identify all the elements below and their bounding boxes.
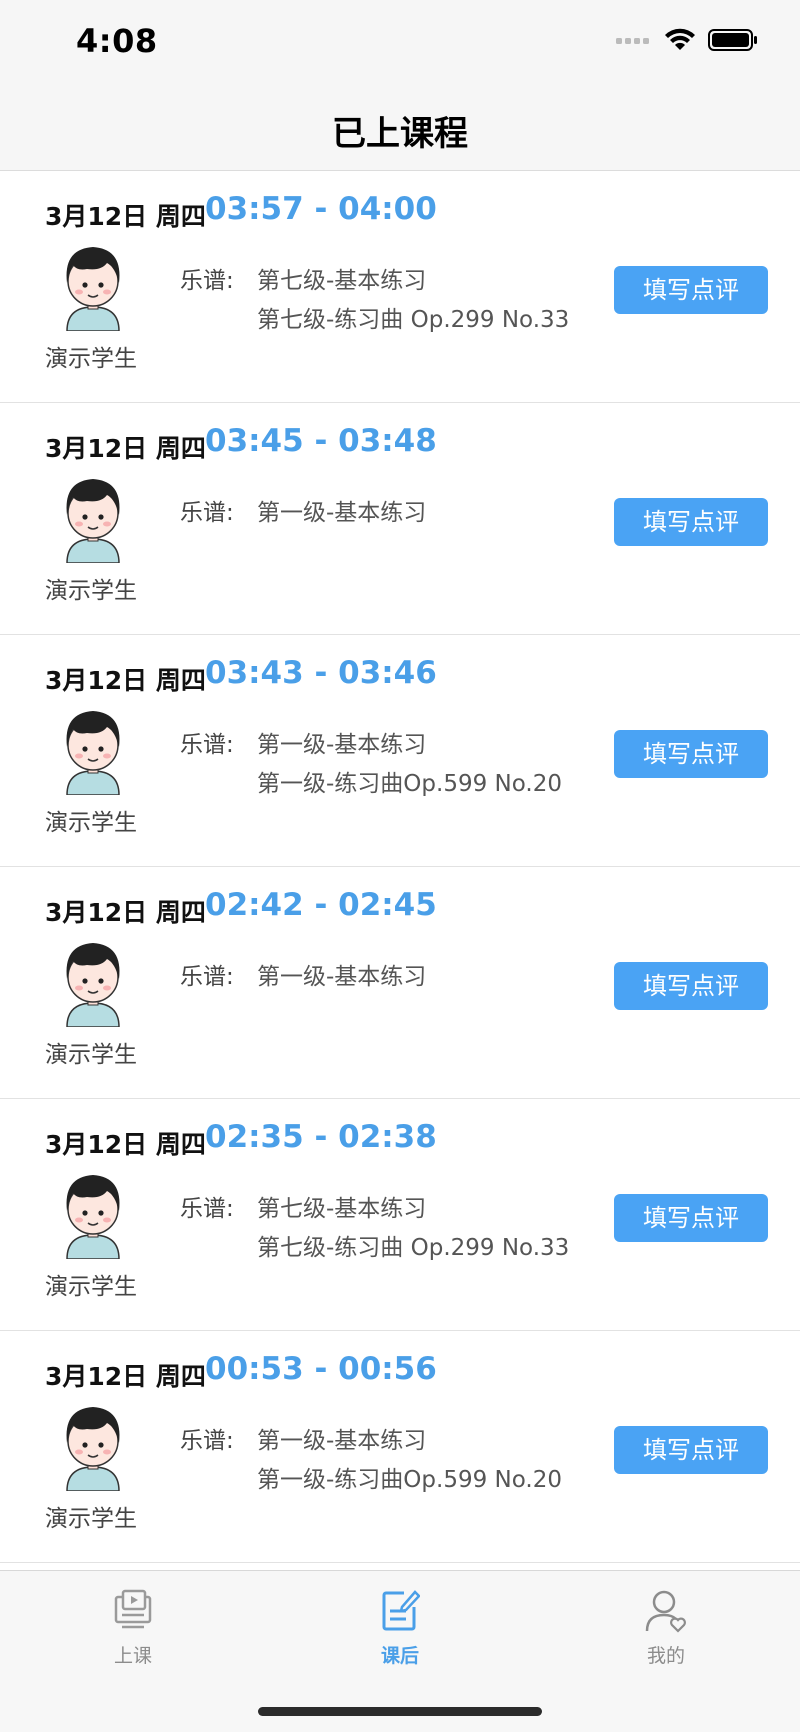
student-avatar-icon bbox=[66, 479, 120, 563]
lesson-card[interactable]: 3月12日 周四 03:57 - 04:00 演示学生 乐谱: 第七级-基本练习… bbox=[0, 171, 800, 403]
lesson-card[interactable]: 3月12日 周四 02:35 - 02:38 演示学生 乐谱: 第七级-基本练习… bbox=[0, 1099, 800, 1331]
score-line-1: 第一级-基本练习 bbox=[257, 1428, 427, 1454]
lesson-time-range: 03:57 - 04:00 bbox=[205, 191, 437, 227]
student-avatar-icon bbox=[66, 1407, 120, 1491]
student-name: 演示学生 bbox=[45, 1506, 137, 1532]
lesson-card[interactable]: 3月12日 周四 00:53 - 00:56 演示学生 乐谱: 第一级-基本练习… bbox=[0, 1331, 800, 1563]
home-indicator[interactable] bbox=[258, 1707, 542, 1716]
write-review-button[interactable]: 填写点评 bbox=[614, 1194, 768, 1242]
tab-mine[interactable]: 我的 bbox=[586, 1589, 746, 1668]
lesson-card[interactable]: 3月12日 周四 03:45 - 03:48 演示学生 乐谱: 第一级-基本练习… bbox=[0, 403, 800, 635]
status-icons bbox=[616, 28, 758, 52]
write-review-button[interactable]: 填写点评 bbox=[614, 962, 768, 1010]
lesson-card[interactable]: 3月12日 周四 03:43 - 03:46 演示学生 乐谱: 第一级-基本练习… bbox=[0, 635, 800, 867]
write-review-button[interactable]: 填写点评 bbox=[614, 498, 768, 546]
student-name: 演示学生 bbox=[45, 810, 137, 836]
tab-mine-label: 我的 bbox=[646, 1645, 685, 1667]
score-line-2: 第一级-练习曲Op.599 No.20 bbox=[257, 771, 562, 797]
lesson-time-range: 02:35 - 02:38 bbox=[205, 1119, 437, 1155]
score-line-2: 第七级-练习曲 Op.299 No.33 bbox=[257, 1235, 570, 1261]
score-line-1: 第一级-基本练习 bbox=[257, 732, 427, 758]
student-avatar-icon bbox=[66, 1175, 120, 1259]
tab-after-class[interactable]: 课后 bbox=[320, 1589, 480, 1668]
lesson-time-range: 02:42 - 02:45 bbox=[205, 887, 437, 923]
write-review-button[interactable]: 填写点评 bbox=[614, 1426, 768, 1474]
lesson-date: 3月12日 周四 bbox=[45, 1362, 206, 1391]
student-avatar-icon bbox=[66, 247, 120, 331]
lesson-time-range: 03:43 - 03:46 bbox=[205, 655, 437, 691]
score-label: 乐谱: bbox=[180, 732, 234, 758]
lesson-time-range: 03:45 - 03:48 bbox=[205, 423, 437, 459]
score-label: 乐谱: bbox=[180, 1196, 234, 1222]
score-line-1: 第一级-基本练习 bbox=[257, 964, 427, 990]
lesson-date: 3月12日 周四 bbox=[45, 434, 206, 463]
lesson-card[interactable]: 3月12日 周四 02:42 - 02:45 演示学生 乐谱: 第一级-基本练习… bbox=[0, 867, 800, 1099]
student-name: 演示学生 bbox=[45, 1274, 137, 1300]
student-avatar-icon bbox=[66, 711, 120, 795]
score-line-1: 第七级-基本练习 bbox=[257, 268, 427, 294]
tab-lesson[interactable]: 上课 bbox=[53, 1589, 213, 1668]
lesson-list[interactable]: 3月12日 周四 03:57 - 04:00 演示学生 乐谱: 第七级-基本练习… bbox=[0, 171, 800, 1563]
student-name: 演示学生 bbox=[45, 346, 137, 372]
score-label: 乐谱: bbox=[180, 500, 234, 526]
lesson-time-range: 00:53 - 00:56 bbox=[205, 1351, 437, 1387]
score-label: 乐谱: bbox=[180, 964, 234, 990]
score-line-1: 第七级-基本练习 bbox=[257, 1196, 427, 1222]
score-label: 乐谱: bbox=[180, 1428, 234, 1454]
wifi-icon bbox=[665, 28, 695, 50]
lesson-date: 3月12日 周四 bbox=[45, 1130, 206, 1159]
status-bar: 4:08 bbox=[0, 0, 800, 88]
tab-after-class-label: 课后 bbox=[380, 1645, 419, 1667]
write-review-button[interactable]: 填写点评 bbox=[614, 730, 768, 778]
signal-icon bbox=[616, 38, 649, 44]
lesson-date: 3月12日 周四 bbox=[45, 666, 206, 695]
write-review-button[interactable]: 填写点评 bbox=[614, 266, 768, 314]
lesson-date: 3月12日 周四 bbox=[45, 898, 206, 927]
student-avatar-icon bbox=[66, 943, 120, 1027]
score-line-2: 第一级-练习曲Op.599 No.20 bbox=[257, 1467, 562, 1493]
page-title: 已上课程 bbox=[332, 114, 468, 154]
lesson-date: 3月12日 周四 bbox=[45, 202, 206, 231]
status-time: 4:08 bbox=[76, 22, 158, 60]
score-label: 乐谱: bbox=[180, 268, 234, 294]
battery-icon bbox=[708, 29, 757, 51]
student-name: 演示学生 bbox=[45, 578, 137, 604]
notes-edit-icon bbox=[382, 1590, 421, 1631]
tab-lesson-label: 上课 bbox=[113, 1645, 152, 1667]
navigation-bar: 已上课程 bbox=[0, 88, 800, 171]
profile-icon bbox=[645, 1590, 686, 1633]
student-name: 演示学生 bbox=[45, 1042, 137, 1068]
score-line-2: 第七级-练习曲 Op.299 No.33 bbox=[257, 307, 570, 333]
score-line-1: 第一级-基本练习 bbox=[257, 500, 427, 526]
lesson-video-icon bbox=[114, 1589, 152, 1629]
